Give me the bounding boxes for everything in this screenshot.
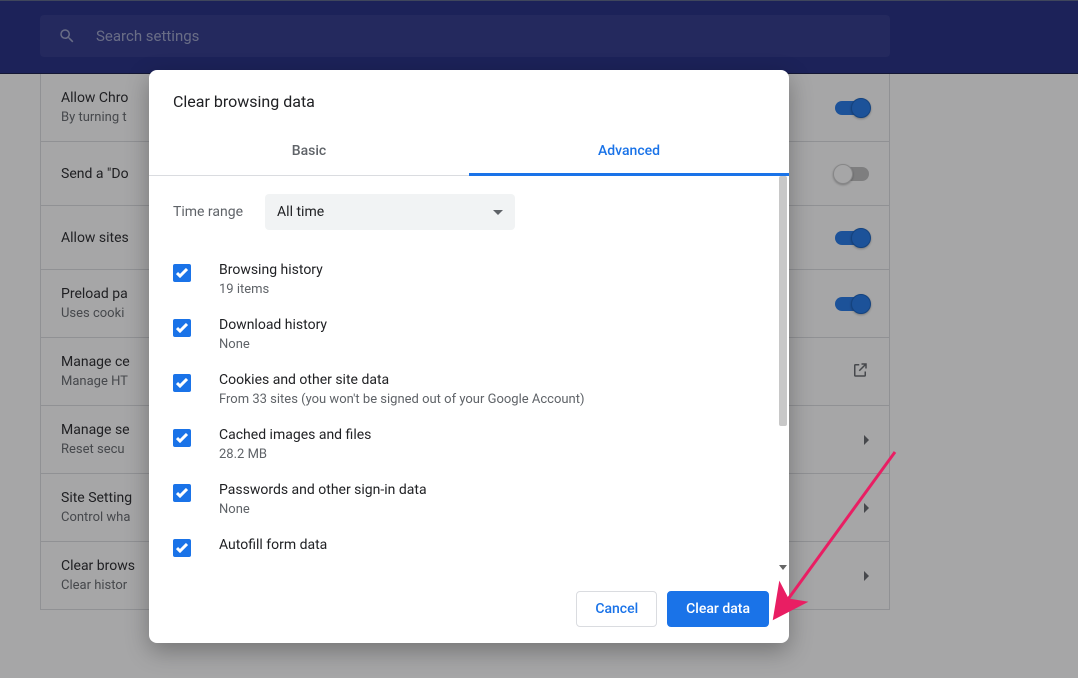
clear-data-button[interactable]: Clear data [667, 591, 769, 627]
checkbox[interactable] [173, 539, 191, 557]
dialog-title: Clear browsing data [149, 70, 789, 129]
cancel-button[interactable]: Cancel [576, 591, 657, 627]
time-range-dropdown[interactable]: All time [265, 194, 515, 230]
clear-data-option[interactable]: Passwords and other sign-in data None [173, 472, 753, 527]
dialog-tabs: Basic Advanced [149, 129, 789, 176]
clear-data-option[interactable]: Cached images and files 28.2 MB [173, 417, 753, 472]
dialog-actions: Cancel Clear data [149, 574, 789, 643]
option-title: Cookies and other site data [219, 372, 584, 388]
option-title: Autofill form data [219, 537, 327, 553]
checkbox[interactable] [173, 484, 191, 502]
scrollbar-thumb[interactable] [779, 176, 787, 426]
option-subtitle: None [219, 502, 427, 517]
checkbox[interactable] [173, 374, 191, 392]
clear-data-option[interactable]: Autofill form data [173, 527, 753, 567]
option-subtitle: 28.2 MB [219, 447, 371, 462]
tab-advanced[interactable]: Advanced [469, 129, 789, 176]
option-title: Cached images and files [219, 427, 371, 443]
tab-basic[interactable]: Basic [149, 129, 469, 175]
clear-data-option[interactable]: Download history None [173, 307, 753, 362]
clear-data-option[interactable]: Cookies and other site data From 33 sites… [173, 362, 753, 417]
option-subtitle: None [219, 337, 327, 352]
time-range-label: Time range [173, 204, 243, 220]
option-subtitle: 19 items [219, 282, 323, 297]
time-range-value: All time [277, 204, 324, 220]
dropdown-caret-icon [493, 210, 503, 215]
option-title: Passwords and other sign-in data [219, 482, 427, 498]
option-title: Download history [219, 317, 327, 333]
clear-browsing-data-dialog: Clear browsing data Basic Advanced Time … [149, 70, 789, 643]
option-subtitle: From 33 sites (you won't be signed out o… [219, 392, 584, 407]
dialog-scrollbar[interactable] [777, 176, 789, 574]
checkbox[interactable] [173, 429, 191, 447]
checkbox[interactable] [173, 264, 191, 282]
option-title: Browsing history [219, 262, 323, 278]
checkbox[interactable] [173, 319, 191, 337]
dialog-scroll-area: Time range All time Browsing history 19 i… [149, 176, 777, 574]
clear-data-option[interactable]: Browsing history 19 items [173, 252, 753, 307]
scrollbar-down-icon [779, 565, 787, 570]
